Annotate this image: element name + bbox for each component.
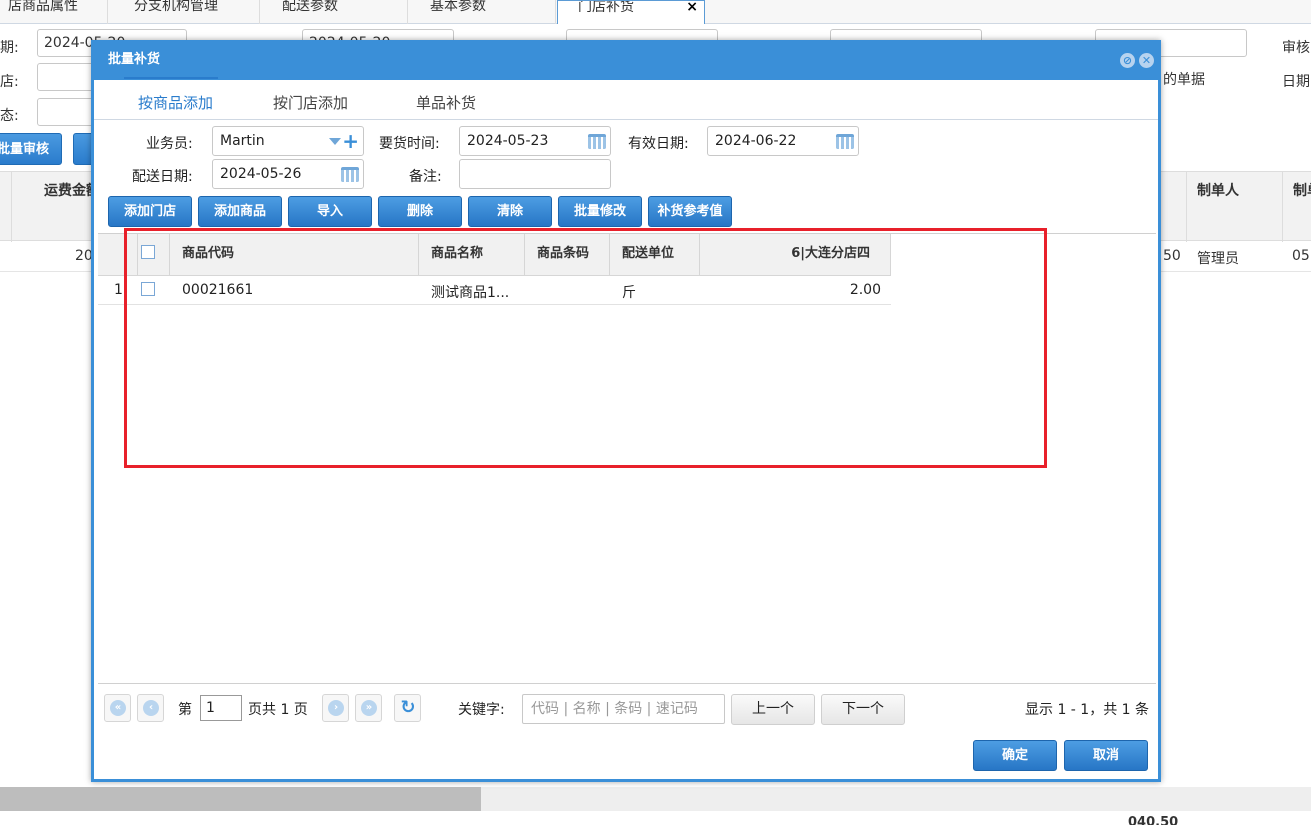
background-tab-bar: 店商品属性 分支机构管理 配送参数 基本参数 门店补货 × [0,0,1311,24]
request-time-input[interactable]: 2024-05-23 [459,126,611,156]
tab-delivery-params[interactable]: 配送参数 [260,0,408,24]
valid-date-input[interactable]: 2024-06-22 [707,126,859,156]
bg-cell-amount: 50 [1163,248,1181,264]
tab-branch-management[interactable]: 分支机构管理 [108,0,260,24]
bg-bottom-total: 040.50 [1128,815,1179,825]
request-time-label: 要货时间: [379,136,440,152]
valid-date-label: 有效日期: [628,136,689,152]
batch-replenish-dialog: 批量补货 ⊘ ✕ 按商品添加 按门店添加 单品补货 业务员: Martin + … [91,40,1161,782]
row-product-code: 00021661 [182,282,254,298]
row-checkbox[interactable] [141,282,155,296]
tab-single-product[interactable]: 单品补货 [416,92,476,113]
dialog-tabs: 按商品添加 按门店添加 单品补货 [94,80,1158,120]
bg-audit-label: 审核 [1282,40,1310,56]
row-index: 1 [114,282,123,298]
close-icon[interactable]: ✕ [1139,53,1154,68]
dialog-title: 批量补货 [108,52,161,67]
tab-store-replenish-label: 门店补货 [578,0,634,15]
cancel-button[interactable]: 取消 [1064,740,1148,771]
salesman-label: 业务员: [146,136,193,152]
bg-cell-created: 05 [1292,248,1310,264]
row-product-name: 测试商品1... [431,285,510,301]
calendar-icon[interactable] [588,134,606,149]
bg-date-label: 期: [0,40,19,56]
calendar-icon[interactable] [341,167,359,182]
salesman-select[interactable]: Martin + [212,126,364,156]
col-store-qty[interactable]: 6|大连分店四 [700,234,891,276]
select-all-cell [138,234,170,276]
bg-store-label: 店: [0,74,19,90]
bg-col-freight: 运费金额 [11,172,100,242]
record-summary: 显示 1 - 1，共 1 条 [1025,702,1150,718]
active-tab-underline [124,77,218,79]
import-button[interactable]: 导入 [288,196,372,227]
keyword-search-input[interactable]: 代码 | 名称 | 条码 | 速记码 [522,694,725,724]
prev-page-icon[interactable]: ‹ [137,694,164,722]
grid-header: 商品代码 商品名称 商品条码 配送单位 6|大连分店四 [98,234,891,276]
bg-cell-creator: 管理员 [1197,251,1239,267]
clear-button[interactable]: 清除 [468,196,552,227]
chevron-down-icon[interactable] [329,138,341,145]
page-prefix: 第 [178,702,192,718]
row-unit: 斤 [622,285,636,301]
remark-input[interactable] [459,159,611,189]
replenish-reference-button[interactable]: 补货参考值 [648,196,732,227]
bg-status-label: 态: [0,108,19,124]
bg-store-input[interactable] [37,63,97,91]
col-product-code[interactable]: 商品代码 [170,234,419,276]
close-icon[interactable]: × [686,1,698,14]
product-grid: 商品代码 商品名称 商品条码 配送单位 6|大连分店四 1 00021661 测… [98,233,1156,684]
tab-by-product[interactable]: 按商品添加 [138,92,213,113]
bg-col-created: 制单 [1282,172,1311,242]
batch-audit-button[interactable]: 批量审核 [0,133,62,165]
bg-col-creator: 制单人 [1186,172,1282,242]
page-number-input[interactable]: 1 [200,695,242,721]
table-row[interactable]: 1 00021661 测试商品1... 斤 2.00 [98,276,891,305]
scrollbar-thumb[interactable] [0,787,481,811]
dialog-title-bar[interactable]: 批量补货 [94,40,1158,80]
add-store-button[interactable]: 添加门店 [108,196,192,227]
next-match-button[interactable]: 下一个 [821,694,905,725]
tab-by-store[interactable]: 按门店添加 [273,92,348,113]
bg-status-input[interactable] [37,98,97,126]
request-time-value: 2024-05-23 [467,133,549,149]
select-all-checkbox[interactable] [141,245,155,259]
first-page-icon[interactable]: « [104,694,131,722]
batch-modify-button[interactable]: 批量修改 [558,196,642,227]
delivery-date-value: 2024-05-26 [220,166,302,182]
calendar-icon[interactable] [836,134,854,149]
col-delivery-unit[interactable]: 配送单位 [610,234,700,276]
tab-basic-params[interactable]: 基本参数 [408,0,556,24]
keyword-label: 关键字: [458,702,505,718]
confirm-button[interactable]: 确定 [973,740,1057,771]
page-total: 页共 1 页 [248,702,308,718]
salesman-value: Martin [220,133,265,149]
tab-store-replenish[interactable]: 门店补货 × [557,0,705,24]
grid-index-col [98,234,138,276]
add-product-button[interactable]: 添加商品 [198,196,282,227]
valid-date-value: 2024-06-22 [715,133,797,149]
delivery-date-label: 配送日期: [132,169,193,185]
plus-icon[interactable]: + [342,131,359,151]
horizontal-scrollbar[interactable] [0,787,1311,811]
pagination-bar: « ‹ 第 1 页共 1 页 › » ↻ 关键字: 代码 | 名称 | 条码 |… [94,690,1158,730]
tab-store-product-attr[interactable]: 店商品属性 [0,0,108,24]
minimize-icon[interactable]: ⊘ [1120,53,1135,68]
col-product-name[interactable]: 商品名称 [419,234,525,276]
row-qty[interactable]: 2.00 [700,282,881,298]
bg-date2-label: 日期 [1282,74,1310,90]
col-barcode[interactable]: 商品条码 [525,234,610,276]
last-page-icon[interactable]: » [355,694,382,722]
prev-match-button[interactable]: 上一个 [731,694,815,725]
refresh-icon[interactable]: ↻ [394,694,421,722]
remark-label: 备注: [409,169,442,185]
next-page-icon[interactable]: › [322,694,349,722]
delete-button[interactable]: 删除 [378,196,462,227]
bg-note-label: 的单据 [1163,72,1205,88]
delivery-date-input[interactable]: 2024-05-26 [212,159,364,189]
